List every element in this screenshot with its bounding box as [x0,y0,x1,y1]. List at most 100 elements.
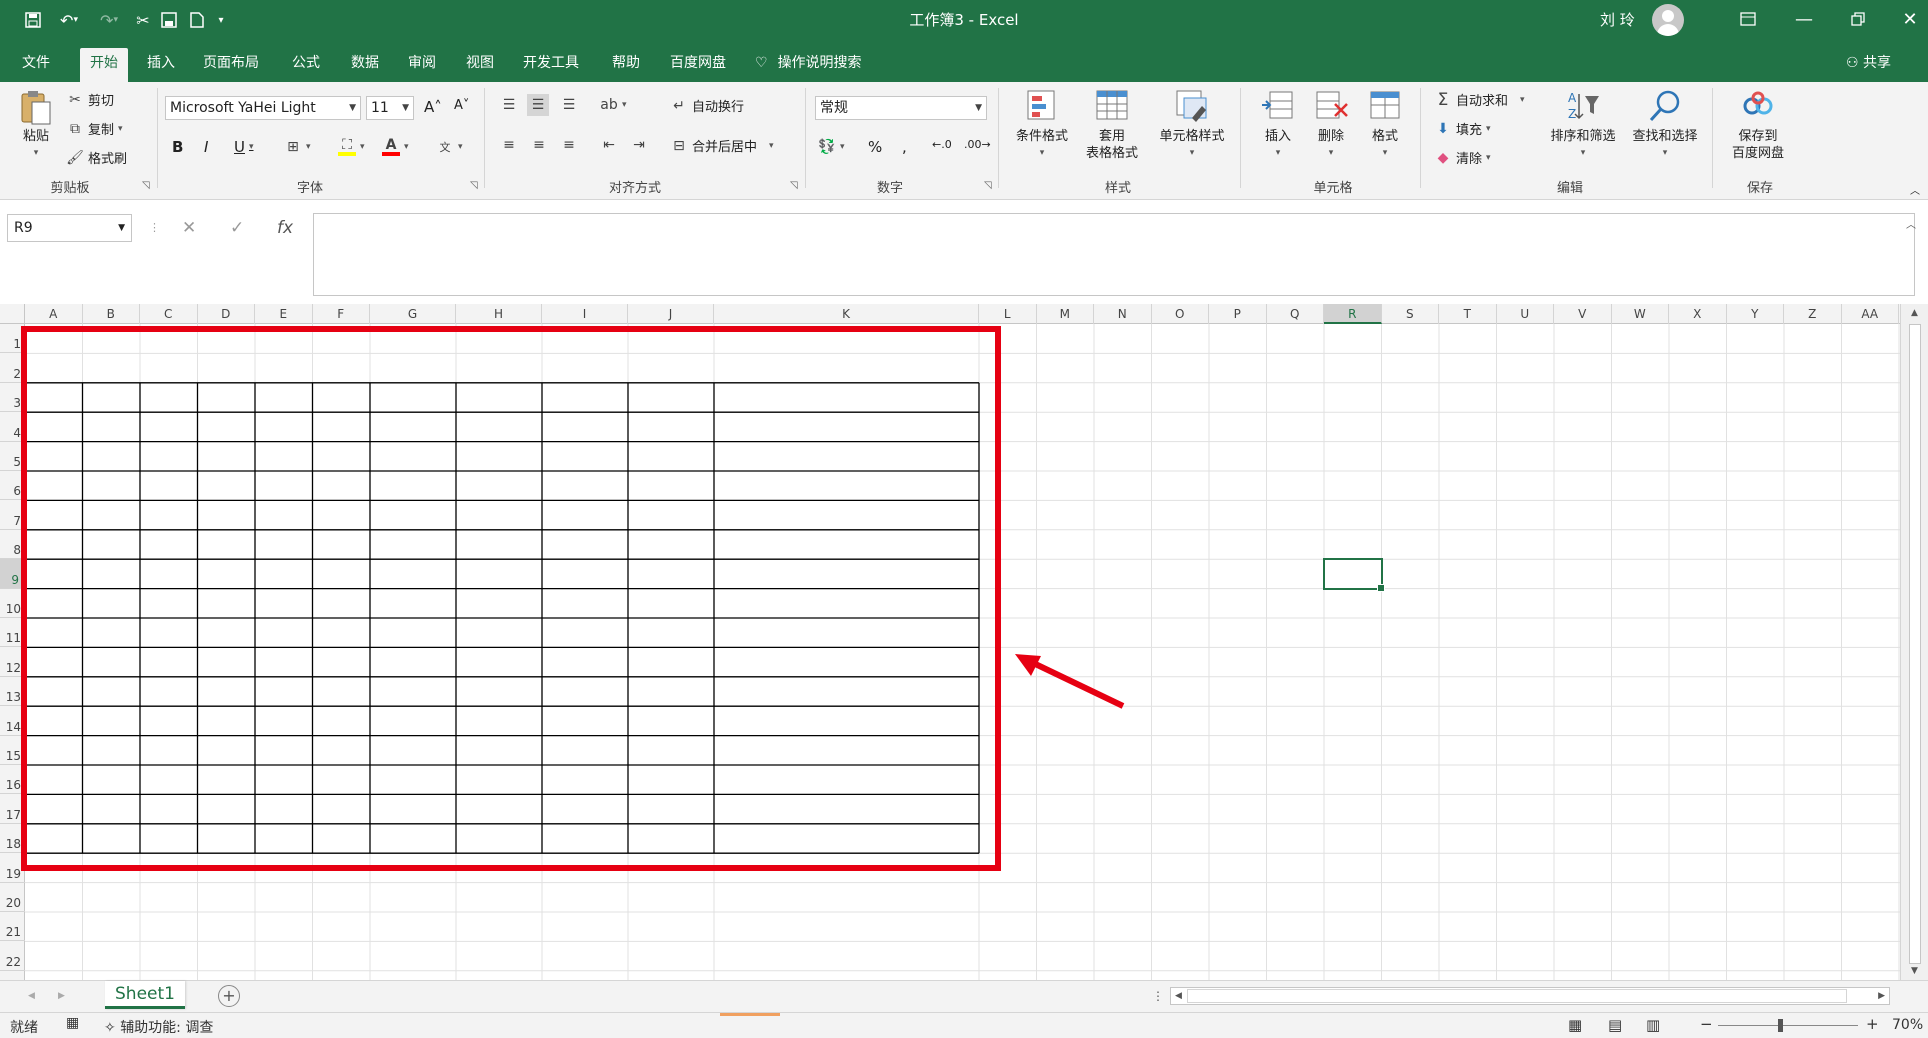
column-header[interactable]: Q [1267,304,1324,324]
formula-input[interactable] [313,213,1915,296]
horizontal-scroll-thumb[interactable] [1187,989,1847,1003]
cut-button[interactable]: ✂ 剪切 [66,90,114,110]
tab-page-layout[interactable]: 页面布局 [193,48,269,78]
decrease-font-size-button[interactable]: A˅ [454,98,469,113]
tab-formulas[interactable]: 公式 [282,48,330,78]
tab-help[interactable]: 帮助 [602,48,650,78]
column-header[interactable]: T [1439,304,1497,324]
phonetic-button[interactable]: 文 ▾ [436,138,463,156]
column-header[interactable]: E [255,304,313,324]
column-header[interactable]: D [198,304,255,324]
expand-formula-bar-icon[interactable]: ︿ [1906,216,1916,231]
italic-button[interactable]: I [204,138,208,156]
add-sheet-icon[interactable]: + [218,985,240,1007]
tab-insert[interactable]: 插入 [137,48,185,78]
insert-cells-button[interactable]: 插入 ▾ [1255,88,1301,162]
column-header[interactable]: AA [1842,304,1899,324]
cell-styles-button[interactable]: 单元格样式 ▾ [1152,88,1232,162]
tell-me-search[interactable]: ♡ 操作说明搜索 [755,48,862,78]
align-left-button[interactable]: ≡ [500,136,518,154]
tab-data[interactable]: 数据 [341,48,389,78]
horizontal-scrollbar[interactable]: ◀ ▶ [1170,987,1890,1005]
copy-dropdown-icon[interactable]: ▾ [118,124,123,134]
restore-icon[interactable] [1838,4,1878,34]
column-header[interactable]: L [979,304,1037,324]
font-size-select[interactable]: 11 ▼ [366,96,414,120]
share-button[interactable]: ⚇ 共享 [1846,48,1891,78]
tab-developer[interactable]: 开发工具 [513,48,589,78]
column-header[interactable]: P [1209,304,1267,324]
decrease-indent-button[interactable]: ⇤ [600,136,618,154]
page-break-view-icon[interactable]: ▥ [1646,1016,1660,1034]
tab-view[interactable]: 视图 [456,48,504,78]
sort-filter-button[interactable]: AZ 排序和筛选 ▾ [1544,88,1622,162]
vertical-scroll-thumb[interactable] [1909,324,1921,964]
zoom-out-icon[interactable]: − [1700,1015,1713,1033]
column-header[interactable]: K [714,304,979,324]
user-name[interactable]: 刘 玲 [1600,9,1635,30]
zoom-slider[interactable] [1718,1025,1858,1026]
prev-sheet-icon[interactable]: ◀ [28,991,35,1001]
copy-button[interactable]: ⧉ 复制 ▾ [66,119,123,139]
close-icon[interactable]: ✕ [1890,4,1928,34]
column-header[interactable]: X [1669,304,1727,324]
row-header[interactable]: 21 [0,912,25,942]
column-header[interactable]: W [1612,304,1669,324]
font-color-button[interactable]: A ▾ [382,137,409,156]
insert-function-icon[interactable]: fx [277,214,293,242]
clear-button[interactable]: ◆ 清除 ▾ [1434,148,1491,168]
alignment-launcher-icon[interactable]: ◹ [790,180,798,191]
bold-button[interactable]: B [172,138,183,156]
number-launcher-icon[interactable]: ◹ [984,180,992,191]
fill-color-button[interactable]: ⛶ ▾ [338,137,365,156]
row-header[interactable]: 22 [0,941,25,971]
select-all-corner[interactable] [0,304,25,324]
avatar[interactable] [1652,4,1684,36]
delete-cells-button[interactable]: 删除 ▾ [1308,88,1354,162]
column-header[interactable]: N [1094,304,1152,324]
scroll-up-icon[interactable]: ▲ [1911,308,1918,318]
accounting-format-button[interactable]: 💱 ▾ [818,138,844,156]
orientation-button[interactable]: ab ▾ [600,96,626,114]
sheet-tab[interactable]: Sheet1 [105,981,185,1009]
fill-button[interactable]: ⬇ 填充 ▾ [1434,119,1490,139]
align-right-button[interactable]: ≡ [560,136,578,154]
paste-dropdown-icon[interactable]: ▾ [34,145,39,162]
scroll-left-icon[interactable]: ◀ [1175,991,1182,1001]
comma-button[interactable]: , [902,138,907,156]
align-top-button[interactable]: ☰ [500,96,518,114]
accessibility-status[interactable]: ✧ 辅助功能: 调查 [104,1017,213,1037]
align-middle-button[interactable]: ☰ [527,94,549,116]
tab-file[interactable]: 文件 [12,48,60,78]
increase-indent-button[interactable]: ⇥ [630,136,648,154]
font-launcher-icon[interactable]: ◹ [470,180,478,191]
next-sheet-icon[interactable]: ▶ [58,991,65,1001]
minimize-icon[interactable]: — [1784,4,1824,34]
column-header[interactable]: U [1497,304,1554,324]
column-header[interactable]: I [542,304,628,324]
collapse-ribbon-icon[interactable]: ︿ [1910,182,1920,197]
scroll-down-icon[interactable]: ▼ [1911,966,1918,976]
wrap-text-button[interactable]: ↵ 自动换行 [670,96,744,116]
column-header[interactable]: H [456,304,542,324]
column-header[interactable]: C [140,304,198,324]
column-header[interactable]: B [83,304,140,324]
column-header[interactable]: G [370,304,456,324]
column-header[interactable]: Y [1727,304,1784,324]
cells-area[interactable] [21,324,1900,980]
row-header[interactable]: 20 [0,883,25,912]
column-header[interactable]: F [313,304,370,324]
name-box[interactable]: R9 ▼ [7,214,132,242]
column-header[interactable]: Z [1784,304,1842,324]
column-header[interactable]: A [25,304,83,324]
paste-button[interactable]: 粘贴 ▾ [14,88,58,162]
merge-center-button[interactable]: ⊟ 合并后居中 ▾ [670,136,773,156]
decrease-decimal-button[interactable]: .00→ [964,138,991,151]
column-header[interactable]: V [1554,304,1612,324]
zoom-level[interactable]: 70% [1892,1017,1923,1033]
tab-home[interactable]: 开始 [80,48,128,82]
tab-baidu-netdisk[interactable]: 百度网盘 [660,48,736,78]
increase-decimal-button[interactable]: ←.0 [932,138,952,151]
autosum-button[interactable]: Σ 自动求和 ▾ [1434,90,1525,110]
borders-button[interactable]: ⊞ ▾ [284,138,310,156]
